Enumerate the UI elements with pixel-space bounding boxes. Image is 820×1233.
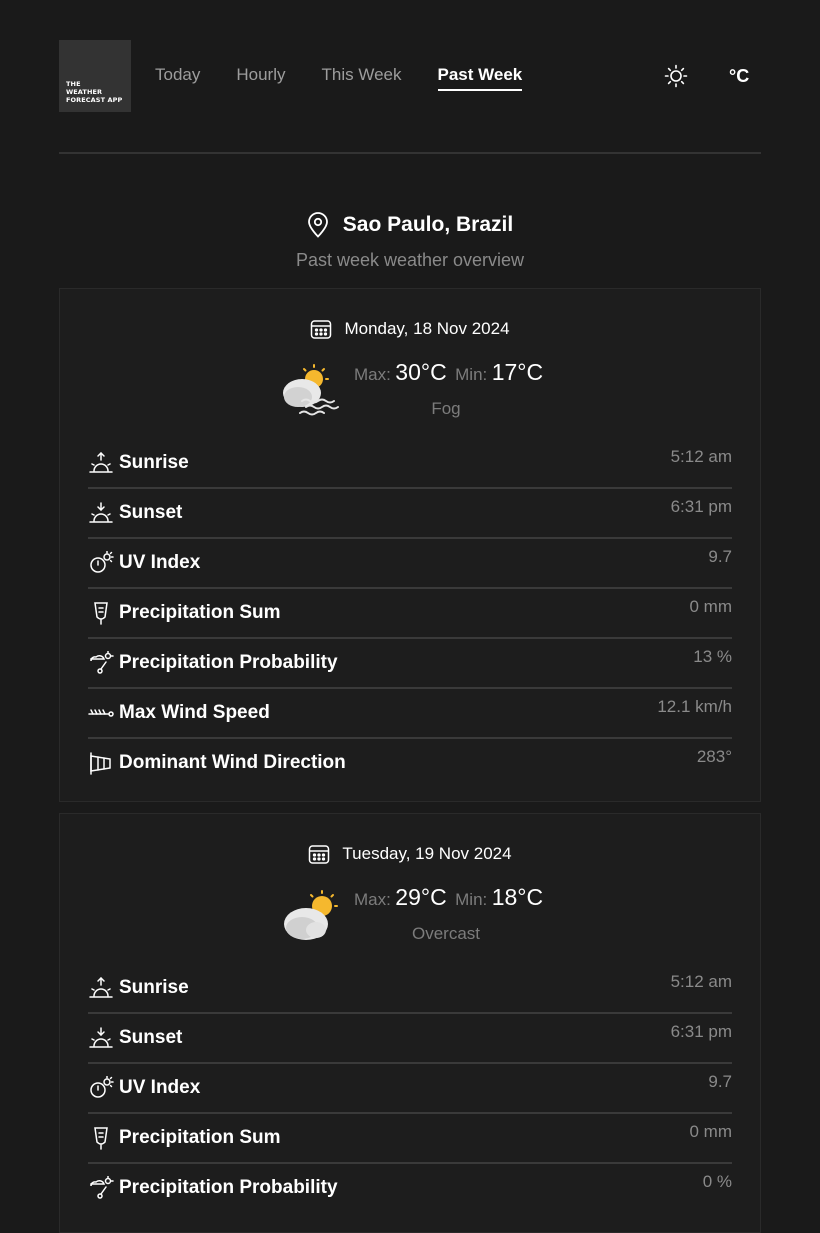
main-nav: Today Hourly This Week Past Week	[155, 64, 558, 91]
detail-row-precipitation-sum: Precipitation Sum 0 mm	[88, 1114, 732, 1164]
temperature-range: Max: 30°C Min: 17°C	[354, 359, 547, 386]
header-divider	[59, 152, 761, 154]
theme-toggle-button[interactable]	[664, 64, 688, 88]
wind-icon	[88, 701, 114, 725]
windsock-icon	[88, 751, 114, 775]
row-label: Precipitation Probability	[119, 652, 338, 673]
detail-row-precipitation-sum: Precipitation Sum 0 mm	[88, 589, 732, 639]
precip-probability-icon	[88, 651, 114, 675]
logo-line: THE	[66, 80, 81, 88]
min-temp: 17°C	[491, 359, 544, 385]
day-date: Monday, 18 Nov 2024	[344, 319, 510, 338]
row-value: 13 %	[693, 647, 732, 666]
unit-toggle-button[interactable]: °C	[729, 64, 749, 88]
rain-gauge-icon	[88, 601, 114, 625]
detail-row-sunrise: Sunrise 5:12 am	[88, 964, 732, 1014]
rain-gauge-icon	[88, 1126, 114, 1150]
row-value: 5:12 am	[670, 972, 732, 991]
row-value: 6:31 pm	[670, 497, 732, 516]
sunrise-icon	[88, 976, 114, 1000]
detail-row-precipitation-probability: Precipitation Probability 13 %	[88, 639, 732, 689]
max-label: Max:	[354, 890, 391, 909]
day-card: Tuesday, 19 Nov 2024 Max: 29°C Min: 18°C…	[59, 813, 761, 1233]
min-label: Min:	[455, 890, 488, 909]
weather-condition: Fog	[431, 399, 461, 418]
row-label: UV Index	[119, 552, 201, 573]
row-label: Dominant Wind Direction	[119, 752, 346, 773]
row-value: 0 mm	[689, 597, 733, 616]
detail-row-sunrise: Sunrise 5:12 am	[88, 439, 732, 489]
min-label: Min:	[455, 365, 488, 384]
temperature-range: Max: 29°C Min: 18°C	[354, 884, 547, 911]
row-label: UV Index	[119, 1077, 201, 1098]
row-label: Precipitation Probability	[119, 1177, 338, 1198]
sunset-icon	[88, 501, 114, 525]
detail-row-sunset: Sunset 6:31 pm	[88, 1014, 732, 1064]
day-card: Monday, 18 Nov 2024 Max: 30°C Min: 17°C …	[59, 288, 761, 802]
location-name: Sao Paulo, Brazil	[342, 213, 514, 236]
row-label: Sunrise	[119, 977, 189, 998]
sunset-icon	[88, 1026, 114, 1050]
uv-icon	[88, 1076, 114, 1100]
tab-this-week[interactable]: This Week	[322, 64, 402, 91]
sun-icon	[664, 64, 688, 88]
max-label: Max:	[354, 365, 391, 384]
detail-row-dominant-wind-direction: Dominant Wind Direction 283°	[88, 739, 732, 787]
row-label: Sunset	[119, 1027, 183, 1048]
calendar-icon	[309, 845, 330, 864]
row-value: 283°	[696, 747, 732, 766]
app-logo[interactable]: THE WEATHER FORECAST APP	[59, 40, 131, 112]
detail-row-precipitation-probability: Precipitation Probability 0 %	[88, 1164, 732, 1212]
max-temp: 29°C	[395, 884, 447, 910]
logo-line: FORECAST APP	[66, 96, 123, 104]
row-value: 9.7	[708, 1072, 732, 1091]
detail-row-uv-index: UV Index 9.7	[88, 539, 732, 589]
app-header: THE WEATHER FORECAST APP Today Hourly Th…	[59, 40, 761, 112]
logo-line: WEATHER	[66, 88, 103, 96]
min-temp: 18°C	[491, 884, 544, 910]
tab-today[interactable]: Today	[155, 64, 200, 91]
row-label: Max Wind Speed	[119, 702, 270, 723]
weather-condition: Overcast	[411, 924, 481, 943]
row-label: Precipitation Sum	[119, 602, 281, 623]
detail-row-sunset: Sunset 6:31 pm	[88, 489, 732, 539]
row-value: 5:12 am	[670, 447, 732, 466]
row-label: Sunrise	[119, 452, 189, 473]
day-date: Tuesday, 19 Nov 2024	[342, 844, 512, 863]
row-value: 6:31 pm	[670, 1022, 732, 1041]
row-value: 0 mm	[689, 1122, 733, 1141]
tab-hourly[interactable]: Hourly	[236, 64, 285, 91]
uv-icon	[88, 551, 114, 575]
sunrise-icon	[88, 451, 114, 475]
tab-past-week[interactable]: Past Week	[437, 64, 523, 91]
row-label: Sunset	[119, 502, 183, 523]
max-temp: 30°C	[395, 359, 447, 385]
location-section: Sao Paulo, Brazil Past week weather over…	[0, 212, 820, 271]
row-value: 0 %	[702, 1172, 732, 1191]
row-label: Precipitation Sum	[119, 1127, 281, 1148]
row-value: 12.1 km/h	[657, 697, 732, 716]
location-subtitle: Past week weather overview	[295, 250, 525, 270]
detail-row-uv-index: UV Index 9.7	[88, 1064, 732, 1114]
location-pin-icon	[307, 212, 328, 238]
detail-row-max-wind-speed: Max Wind Speed 12.1 km/h	[88, 689, 732, 739]
row-value: 9.7	[708, 547, 732, 566]
calendar-icon	[311, 320, 332, 339]
